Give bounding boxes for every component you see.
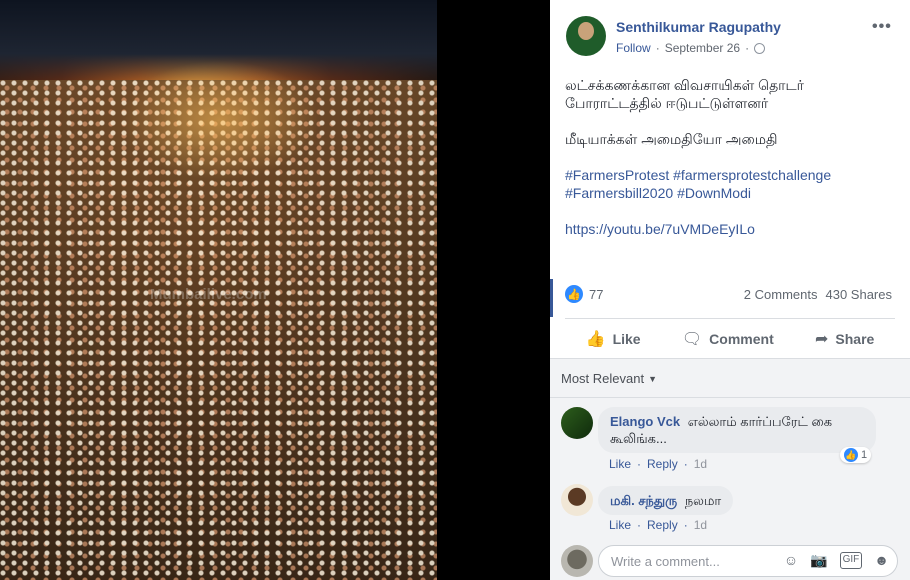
meta-separator: ·: [637, 518, 642, 532]
caret-down-icon: ▼: [648, 373, 658, 384]
comment-actions: Like · Reply · 1d: [609, 457, 707, 471]
camera-icon[interactable]: 📷: [810, 552, 827, 569]
photo-street-glow: [120, 60, 320, 180]
comment-like-link[interactable]: Like: [609, 457, 631, 471]
meta-separator: ·: [655, 41, 660, 55]
comment-text: கூலிங்க...: [610, 431, 667, 446]
comment-actions: Like · Reply · 1d: [609, 518, 707, 532]
follow-link[interactable]: Follow: [616, 41, 651, 55]
divider: [550, 397, 910, 398]
like-reaction-icon: 👍: [565, 285, 583, 303]
post-hashtags: #FarmersProtest #farmersprotestchallenge…: [565, 166, 895, 202]
meta-separator: ·: [637, 457, 642, 471]
comment-placeholder: Write a comment...: [611, 553, 720, 569]
like-label: Like: [612, 330, 641, 347]
more-options-icon[interactable]: •••: [872, 18, 892, 36]
comment-reply-link[interactable]: Reply: [647, 518, 678, 532]
meta-separator: ·: [683, 518, 688, 532]
gif-icon[interactable]: GIF: [839, 552, 863, 569]
shares-count[interactable]: 430 Shares: [826, 287, 893, 302]
post-date[interactable]: September 26: [665, 41, 740, 55]
author-avatar[interactable]: [566, 16, 606, 56]
meta-separator: ·: [745, 41, 750, 55]
comment-reply-link[interactable]: Reply: [647, 457, 678, 471]
comment-like-link[interactable]: Like: [609, 518, 631, 532]
reaction-summary[interactable]: 👍 77: [565, 285, 603, 303]
like-button[interactable]: 👍 Like: [586, 329, 641, 349]
emoji-icon[interactable]: ☺: [784, 552, 798, 569]
engagement-counts: 2 Comments 430 Shares: [744, 287, 892, 302]
comments-section: Most Relevant ▼ Elango Vck எல்லாம் கார்ப…: [550, 358, 910, 580]
post-paragraph-1: லட்சக்கணக்கான விவசாயிகள் தொடர் போராட்டத்…: [565, 76, 895, 112]
hashtag-link[interactable]: #Farmersbill2020: [565, 185, 673, 201]
comment-sort-dropdown[interactable]: Most Relevant ▼: [561, 371, 657, 386]
post-paragraph-2: மீடியாக்கள் அமைதியோ அமைதி: [565, 131, 778, 147]
comments-count[interactable]: 2 Comments: [744, 287, 818, 302]
comment-bubble: மகி. சந்துரு நலமா: [598, 486, 734, 515]
post-details-panel: Senthilkumar Ragupathy Follow · Septembe…: [550, 0, 910, 580]
post-line: போராட்டத்தில் ஈடுபட்டுள்ளனர்: [565, 95, 769, 111]
commenter-avatar[interactable]: [561, 484, 593, 516]
current-user-avatar: [561, 545, 593, 577]
share-button[interactable]: ➦ Share: [815, 329, 874, 349]
post-body: லட்சக்கணக்கான விவசாயிகள் தொடர் போராட்டத்…: [565, 76, 895, 256]
selection-indicator: [550, 279, 553, 317]
comment-button[interactable]: 🗨 Comment: [682, 329, 774, 349]
speech-bubble-icon: 🗨: [681, 330, 703, 348]
commenter-name[interactable]: Elango Vck: [610, 414, 680, 429]
composer-tools: ☺ 📷 GIF ☻: [784, 552, 889, 569]
comment-time[interactable]: 1d: [694, 518, 707, 532]
commenter-avatar[interactable]: [561, 407, 593, 439]
post-meta: Follow · September 26 ·: [616, 41, 766, 55]
post-photo[interactable]: Mumbailive.com: [0, 0, 437, 580]
share-label: Share: [835, 330, 875, 347]
hashtag-link[interactable]: #DownModi: [677, 185, 751, 201]
post-actions: 👍 Like 🗨 Comment ➦ Share: [565, 318, 895, 358]
sort-label: Most Relevant: [561, 371, 645, 386]
comment-text: எல்லாம் கார்ப்பரேட் கை: [687, 414, 833, 429]
hashtag-link[interactable]: #farmersprotestchallenge: [673, 167, 831, 183]
comment-reaction-count: 1: [861, 449, 868, 461]
comment-text: நலமா: [684, 493, 722, 508]
photo-watermark: Mumbailive.com: [150, 286, 267, 303]
like-reaction-icon: 👍: [844, 448, 858, 462]
youtube-link[interactable]: https://youtu.be/7uVMDeEyILo: [565, 221, 755, 237]
comment-label: Comment: [709, 330, 774, 347]
comment-time[interactable]: 1d: [694, 457, 707, 471]
hashtag-link[interactable]: #FarmersProtest: [565, 167, 669, 183]
share-arrow-icon: ➦: [815, 330, 829, 348]
like-count: 77: [589, 286, 604, 302]
meta-separator: ·: [683, 457, 688, 471]
comment-input[interactable]: Write a comment... ☺ 📷 GIF ☻: [598, 545, 898, 577]
comment-reaction-badge[interactable]: 👍 1: [840, 447, 872, 463]
sticker-icon[interactable]: ☻: [874, 552, 889, 569]
thumbs-up-icon: 👍: [585, 330, 606, 348]
globe-icon[interactable]: [754, 42, 766, 54]
post-line: லட்சக்கணக்கான விவசாயிகள் தொடர்: [565, 77, 804, 93]
comment-bubble: Elango Vck எல்லாம் கார்ப்பரேட் கை கூலிங்…: [598, 407, 876, 453]
commenter-name[interactable]: மகி. சந்துரு: [610, 493, 677, 508]
author-name[interactable]: Senthilkumar Ragupathy: [616, 19, 781, 35]
post-viewer: Mumbailive.com Senthilkumar Ragupathy Fo…: [0, 0, 910, 580]
